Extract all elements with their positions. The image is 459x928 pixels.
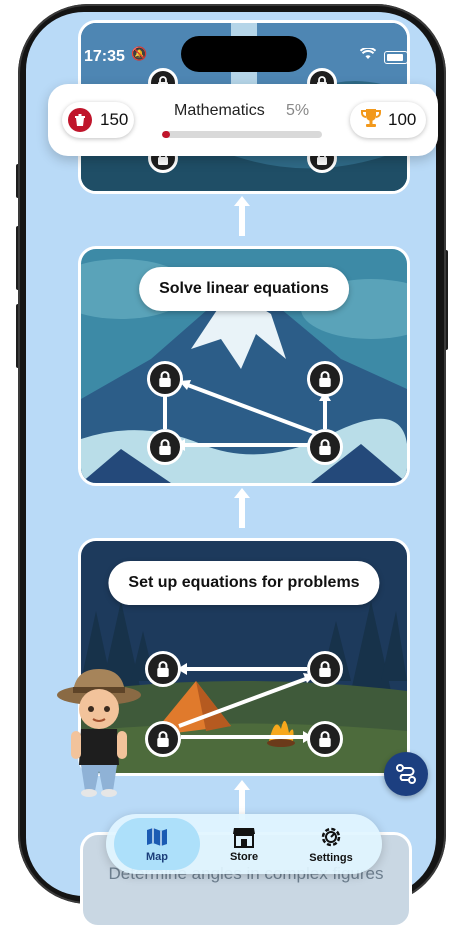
trophies-counter[interactable]: 100 — [350, 102, 426, 138]
wifi-icon — [359, 46, 377, 63]
lesson-path-lines — [159, 380, 331, 451]
tab-bar: Map Store Settings — [106, 814, 382, 874]
progress-header: 150 Mathematics 5% 100 — [48, 84, 438, 156]
lock-icon[interactable] — [307, 429, 343, 465]
tab-label: Settings — [309, 851, 353, 864]
tab-settings[interactable]: Settings — [288, 818, 374, 870]
tab-store[interactable]: Store — [201, 818, 287, 870]
tab-map[interactable]: Map — [114, 818, 200, 870]
lesson-card-linear-equations[interactable]: Solve linear equations — [78, 246, 410, 486]
lock-icon[interactable] — [147, 361, 183, 397]
gem-icon — [68, 108, 92, 132]
map-icon — [147, 827, 167, 846]
lock-icon[interactable] — [147, 429, 183, 465]
status-time: 17:35 — [84, 48, 125, 65]
progress-bar — [162, 131, 322, 138]
dynamic-island — [181, 36, 307, 72]
subject-title: Mathematics — [174, 102, 265, 119]
trophies-count: 100 — [388, 110, 417, 129]
lock-icon[interactable] — [307, 361, 343, 397]
tab-label: Store — [229, 850, 259, 863]
gems-count: 150 — [100, 110, 129, 129]
route-icon — [396, 764, 416, 784]
route-button[interactable] — [384, 752, 428, 796]
progress-percent: 5% — [286, 102, 310, 119]
lock-icon[interactable] — [307, 651, 343, 687]
path-arrow-icon — [234, 488, 250, 528]
silent-bell-icon: 🔕 — [131, 46, 148, 61]
progress-fill — [162, 131, 170, 138]
trophy-icon — [360, 107, 382, 134]
gear-icon — [321, 827, 341, 846]
gems-counter[interactable]: 150 — [62, 102, 134, 138]
battery-icon — [384, 51, 408, 64]
tab-label: Map — [146, 850, 168, 863]
avatar-character[interactable] — [55, 665, 151, 801]
lock-icon[interactable] — [307, 721, 343, 757]
path-arrow-icon — [234, 196, 250, 236]
store-icon — [233, 827, 255, 848]
